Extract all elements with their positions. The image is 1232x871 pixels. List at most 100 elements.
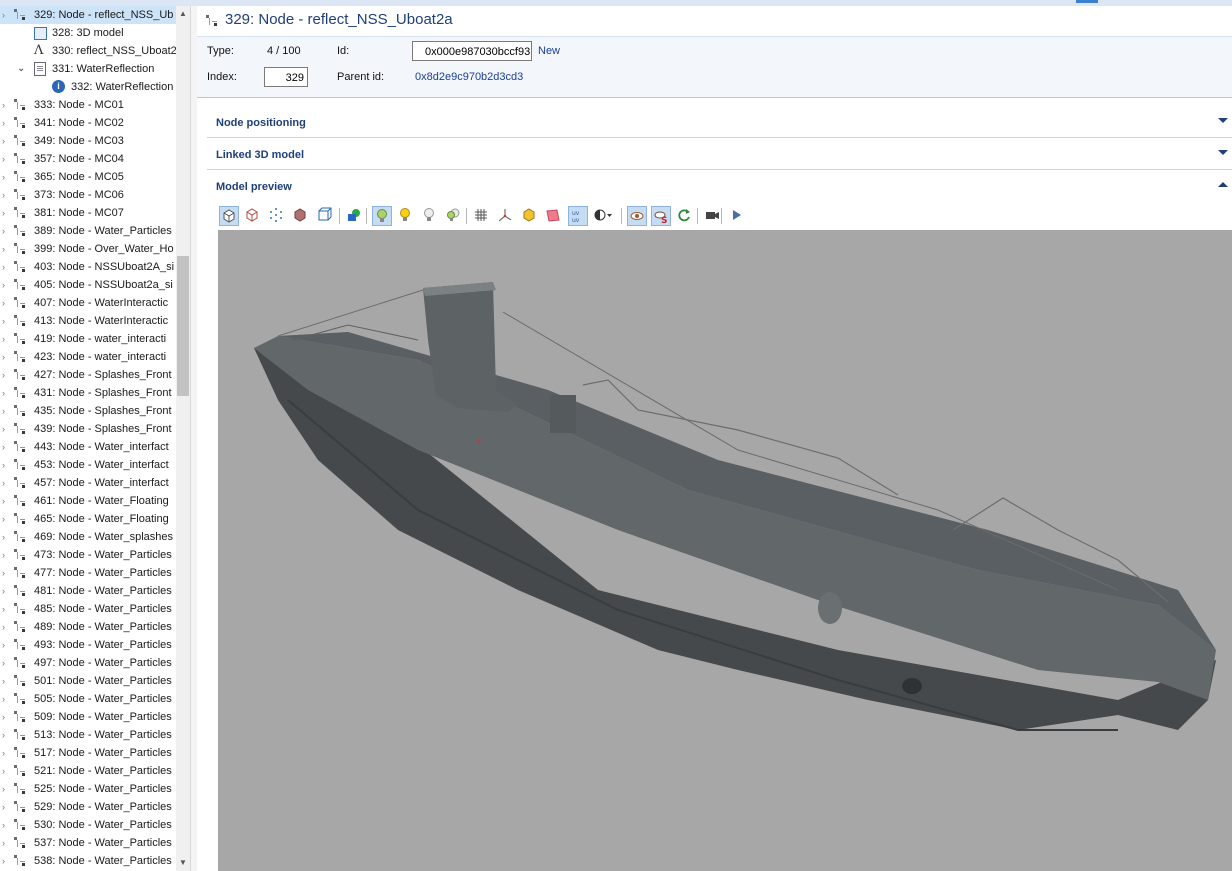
tree-item[interactable]: › 481: Node - Water_Particles (0, 582, 176, 600)
expand-arrow-icon[interactable] (1218, 118, 1228, 123)
expand-icon[interactable]: › (2, 730, 8, 740)
expand-icon[interactable]: › (2, 280, 8, 290)
expand-icon[interactable]: › (2, 856, 8, 866)
tree-item[interactable]: › 517: Node - Water_Particles (0, 744, 176, 762)
tree-item[interactable]: › 473: Node - Water_Particles (0, 546, 176, 564)
points-icon[interactable] (267, 206, 287, 226)
section-model-preview[interactable]: Model preview (207, 169, 1232, 201)
expand-icon[interactable]: › (2, 370, 8, 380)
tree-item[interactable]: › 439: Node - Splashes_Front (0, 420, 176, 438)
expand-icon[interactable]: › (2, 352, 8, 362)
expand-icon[interactable]: › (2, 262, 8, 272)
light-bulb-off-icon[interactable] (420, 206, 440, 226)
shaded-cube-icon[interactable] (291, 206, 311, 226)
tree-item[interactable]: › 501: Node - Water_Particles (0, 672, 176, 690)
bounding-box-icon[interactable] (315, 206, 335, 226)
multi-light-icon[interactable] (444, 206, 464, 226)
play-icon[interactable] (727, 206, 747, 226)
tree-item[interactable]: › 431: Node - Splashes_Front (0, 384, 176, 402)
tree-item[interactable]: › 469: Node - Water_splashes (0, 528, 176, 546)
tree-item[interactable]: › 423: Node - water_interacti (0, 348, 176, 366)
tree-item[interactable]: › 419: Node - water_interacti (0, 330, 176, 348)
tree-item[interactable]: › 365: Node - MC05 (0, 168, 176, 186)
expand-icon[interactable]: › (2, 298, 8, 308)
tree-item[interactable]: › 529: Node - Water_Particles (0, 798, 176, 816)
expand-icon[interactable]: › (2, 442, 8, 452)
expand-icon[interactable]: › (2, 766, 8, 776)
tree-scrollbar[interactable]: ▲ ▼ (176, 6, 190, 871)
expand-icon[interactable]: › (2, 226, 8, 236)
tree-item[interactable]: › 413: Node - WaterInteractic (0, 312, 176, 330)
uv-icon[interactable]: uv uv (568, 206, 588, 226)
expand-icon[interactable]: › (2, 136, 8, 146)
tree-item[interactable]: › 407: Node - WaterInteractic (0, 294, 176, 312)
index-field[interactable]: 329 (264, 67, 308, 87)
tree-item[interactable]: › 525: Node - Water_Particles (0, 780, 176, 798)
tree-item[interactable]: › 465: Node - Water_Floating (0, 510, 176, 528)
shading-dropdown-icon[interactable] (592, 206, 616, 226)
tree-item[interactable]: › 521: Node - Water_Particles (0, 762, 176, 780)
expand-icon[interactable]: › (2, 514, 8, 524)
expand-icon[interactable]: › (2, 784, 8, 794)
expand-icon[interactable]: › (2, 676, 8, 686)
tree-item[interactable]: › 405: Node - NSSUboat2a_si (0, 276, 176, 294)
light-bulb-yellow-icon[interactable] (396, 206, 416, 226)
tree-item[interactable]: › 485: Node - Water_Particles (0, 600, 176, 618)
camera-icon[interactable] (703, 206, 723, 226)
tree-item[interactable]: › 537: Node - Water_Particles (0, 834, 176, 852)
tree-item[interactable]: › 461: Node - Water_Floating (0, 492, 176, 510)
expand-icon[interactable]: › (2, 694, 8, 704)
expand-icon[interactable]: › (2, 406, 8, 416)
scroll-down-icon[interactable]: ▼ (176, 855, 190, 871)
tree-item[interactable]: › 403: Node - NSSUboat2A_si (0, 258, 176, 276)
refresh-icon[interactable] (675, 206, 695, 226)
expand-icon[interactable]: › (2, 316, 8, 326)
expand-icon[interactable]: › (2, 640, 8, 650)
expand-icon[interactable]: › (2, 748, 8, 758)
expand-icon[interactable]: › (2, 802, 8, 812)
tree-item[interactable]: › 497: Node - Water_Particles (0, 654, 176, 672)
tree-item[interactable]: › 399: Node - Over_Water_Ho (0, 240, 176, 258)
scroll-thumb[interactable] (177, 256, 189, 396)
tree-item[interactable]: › 493: Node - Water_Particles (0, 636, 176, 654)
expand-icon[interactable]: › (2, 424, 8, 434)
tree-item[interactable]: › 333: Node - MC01 (0, 96, 176, 114)
collapse-arrow-icon[interactable] (1218, 182, 1228, 187)
scroll-up-icon[interactable]: ▲ (176, 6, 190, 22)
tree-item[interactable]: › 389: Node - Water_Particles (0, 222, 176, 240)
new-id-link[interactable]: New (538, 45, 560, 57)
expand-icon[interactable]: › (2, 478, 8, 488)
expand-icon[interactable]: › (2, 496, 8, 506)
tree-item[interactable]: Λ 330: reflect_NSS_Uboat2 (0, 42, 176, 60)
expand-icon[interactable]: › (2, 118, 8, 128)
tree-item[interactable]: › 509: Node - Water_Particles (0, 708, 176, 726)
expand-icon[interactable]: › (2, 604, 8, 614)
tree-item[interactable]: › 349: Node - MC03 (0, 132, 176, 150)
tree-item[interactable]: 328: 3D model (0, 24, 176, 42)
expand-icon[interactable]: › (2, 154, 8, 164)
expand-icon[interactable]: › (2, 10, 8, 20)
expand-icon[interactable]: › (2, 244, 8, 254)
tree-item[interactable]: › 443: Node - Water_interfact (0, 438, 176, 456)
expand-icon[interactable]: › (2, 208, 8, 218)
eye-icon[interactable] (627, 206, 647, 226)
eye-s-icon[interactable]: S (651, 206, 671, 226)
tree-item[interactable]: › 453: Node - Water_interfact (0, 456, 176, 474)
collapse-icon[interactable]: ⌄ (17, 60, 25, 78)
section-linked-3d-model[interactable]: Linked 3D model (207, 137, 1232, 170)
parent-id-link[interactable]: 0x8d2e9c970b2d3cd3 (415, 71, 523, 83)
tree-item[interactable]: › 489: Node - Water_Particles (0, 618, 176, 636)
plane-icon[interactable] (544, 206, 564, 226)
expand-icon[interactable]: › (2, 100, 8, 110)
expand-icon[interactable]: › (2, 388, 8, 398)
expand-icon[interactable]: › (2, 172, 8, 182)
section-node-positioning[interactable]: Node positioning (207, 105, 1232, 138)
tree-item[interactable]: › 373: Node - MC06 (0, 186, 176, 204)
tree-item[interactable]: › 435: Node - Splashes_Front (0, 402, 176, 420)
expand-icon[interactable]: › (2, 532, 8, 542)
tree-item[interactable]: › 538: Node - Water_Particles (0, 852, 176, 870)
expand-icon[interactable]: › (2, 838, 8, 848)
expand-icon[interactable]: › (2, 820, 8, 830)
expand-icon[interactable]: › (2, 334, 8, 344)
model-preview-viewport[interactable] (218, 230, 1232, 871)
